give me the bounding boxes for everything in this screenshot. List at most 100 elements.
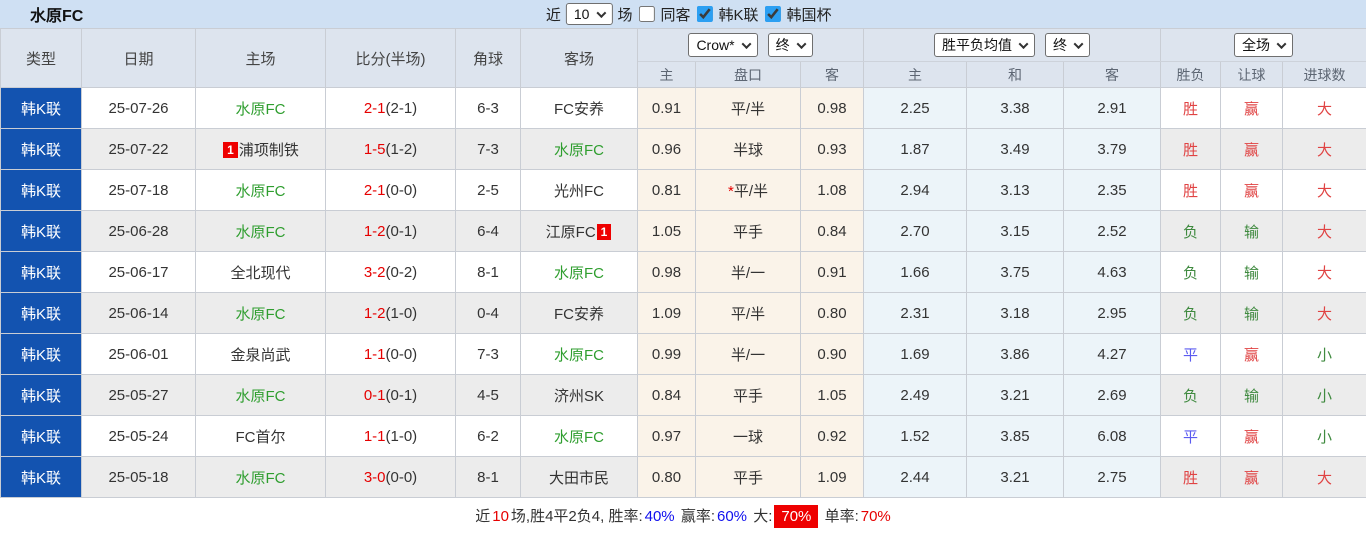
subcol-eu-draw: 和 <box>966 61 1065 88</box>
asia-away-odds-cell: 0.90 <box>799 333 865 375</box>
asia-line-cell: 半球 <box>695 128 801 170</box>
korea-cup-label: 韩国杯 <box>786 6 832 24</box>
score-cell: 1-2(0-1) <box>325 210 456 252</box>
kleague-checkbox[interactable] <box>696 6 713 22</box>
scope-value: 全场 <box>1242 37 1271 53</box>
goals-cell: 大 <box>1282 210 1366 252</box>
asia-line-text: 平手 <box>732 469 763 487</box>
asia-away-odds-cell: 0.80 <box>799 292 865 334</box>
europe-home-odds-cell: 2.31 <box>863 292 968 334</box>
handicap-value: 赢 <box>1244 428 1260 446</box>
asia-away-odds-cell: 1.05 <box>799 374 865 416</box>
league-cell: 韩K联 <box>0 333 82 375</box>
scope-select[interactable]: 全场 <box>1234 33 1294 57</box>
home-team-cell: 水原FC <box>195 169 326 211</box>
europe-away-odds-cell: 3.79 <box>1063 128 1162 170</box>
handicap-cell: 输 <box>1220 374 1284 416</box>
result-cell: 负 <box>1160 292 1222 334</box>
result-cell: 胜 <box>1160 169 1222 211</box>
home-team-cell: FC首尔 <box>195 415 326 457</box>
half-time-score: (1-2) <box>385 140 418 158</box>
europe-odds-select[interactable]: 胜平负均值 <box>934 33 1036 57</box>
europe-away-odds-cell: 6.08 <box>1063 415 1162 457</box>
result-value: 胜 <box>1183 141 1199 159</box>
same-venue-label: 同客 <box>660 6 691 24</box>
away-team-cell: 水原FC <box>520 333 638 375</box>
score-cell: 1-2(1-0) <box>325 292 456 334</box>
goals-cell: 大 <box>1282 128 1366 170</box>
asia-away-odds-cell: 0.98 <box>799 87 865 129</box>
away-team-name: 水原FC <box>554 141 604 159</box>
home-team-name: 水原FC <box>235 182 286 200</box>
rank-badge: 1 <box>596 223 612 240</box>
away-team-cell: 光州FC <box>520 169 638 211</box>
asia-home-odds-cell: 0.98 <box>637 251 696 293</box>
away-team-name: 大田市民 <box>548 469 609 487</box>
date-cell: 25-06-01 <box>81 333 196 375</box>
col-header-type: 类型 <box>0 28 82 88</box>
corner-cell: 6-4 <box>455 210 521 252</box>
subcol-eu-away: 客 <box>1063 61 1162 88</box>
league-cell: 韩K联 <box>0 374 82 416</box>
goals-value: 大 <box>1317 141 1333 159</box>
asia-odds-group: Crow* 终 <box>636 28 865 62</box>
goals-value: 大 <box>1317 223 1333 241</box>
date-cell: 25-05-24 <box>81 415 196 457</box>
goals-value: 小 <box>1317 428 1333 446</box>
goals-value: 大 <box>1317 182 1333 200</box>
europe-away-odds-cell: 2.69 <box>1063 374 1162 416</box>
goals-cell: 大 <box>1282 169 1366 211</box>
bookmaker-select[interactable]: Crow* <box>688 33 758 57</box>
result-cell: 平 <box>1160 333 1222 375</box>
goals-cell: 大 <box>1282 251 1366 293</box>
handicap-value: 赢 <box>1244 141 1260 159</box>
corner-cell: 8-1 <box>455 456 521 498</box>
away-team-name: 江原FC <box>545 223 596 241</box>
score-cell: 3-0(0-0) <box>325 456 456 498</box>
asia-line-text: 半/一 <box>730 264 766 282</box>
subcol-handicap: 让球 <box>1220 61 1284 88</box>
result-value: 平 <box>1183 346 1199 364</box>
chevron-down-icon <box>796 38 807 49</box>
away-team-name: 光州FC <box>554 182 604 200</box>
away-team-name: FC安养 <box>554 100 604 118</box>
result-value: 胜 <box>1183 182 1199 200</box>
full-time-score: 0-1 <box>363 386 386 404</box>
home-team-name: 水原FC <box>235 469 286 487</box>
home-team-name: 全北现代 <box>230 264 291 282</box>
europe-away-odds-cell: 2.91 <box>1063 87 1162 129</box>
col-header-home: 主场 <box>195 28 326 88</box>
recent-count-value: 10 <box>573 6 590 22</box>
europe-stage-select[interactable]: 终 <box>1045 33 1091 57</box>
date-cell: 25-06-17 <box>81 251 196 293</box>
europe-draw-odds-cell: 3.75 <box>966 251 1065 293</box>
away-team-name: 水原FC <box>554 264 604 282</box>
chevron-down-icon <box>1276 38 1287 49</box>
summary-segment: 40% <box>644 508 675 525</box>
league-cell: 韩K联 <box>0 292 82 334</box>
table-row: 韩K联 25-07-22 1 浦项制铁 1-5(1-2) 7-3 水原FC 0.96 半球 0.9… <box>0 128 1366 170</box>
home-team-cell: 水原FC <box>195 292 326 334</box>
same-venue-checkbox[interactable] <box>638 6 655 22</box>
away-team-cell: FC安养 <box>520 292 638 334</box>
asia-stage-select[interactable]: 终 <box>767 33 813 57</box>
handicap-cell: 赢 <box>1220 456 1284 498</box>
handicap-cell: 赢 <box>1220 415 1284 457</box>
table-row: 韩K联 25-05-24 FC首尔 1-1(1-0) 6-2 水原FC 0.97 一球 0.92… <box>0 415 1366 457</box>
away-team-cell: 大田市民 <box>520 456 638 498</box>
europe-home-odds-cell: 2.44 <box>863 456 968 498</box>
handicap-value: 赢 <box>1244 346 1260 364</box>
away-team-name: 水原FC <box>554 346 604 364</box>
recent-count-select[interactable]: 10 <box>565 3 613 25</box>
result-value: 负 <box>1183 264 1199 282</box>
half-time-score: (0-2) <box>385 263 418 281</box>
handicap-value: 输 <box>1244 223 1260 241</box>
home-team-name: FC首尔 <box>235 428 286 446</box>
score-cell: 2-1(0-0) <box>325 169 456 211</box>
korea-cup-checkbox[interactable] <box>764 6 781 22</box>
result-cell: 胜 <box>1160 87 1222 129</box>
score-cell: 1-1(0-0) <box>325 333 456 375</box>
full-time-score: 1-1 <box>363 427 386 445</box>
asia-line-text: 半球 <box>732 141 763 159</box>
league-cell: 韩K联 <box>0 456 82 498</box>
